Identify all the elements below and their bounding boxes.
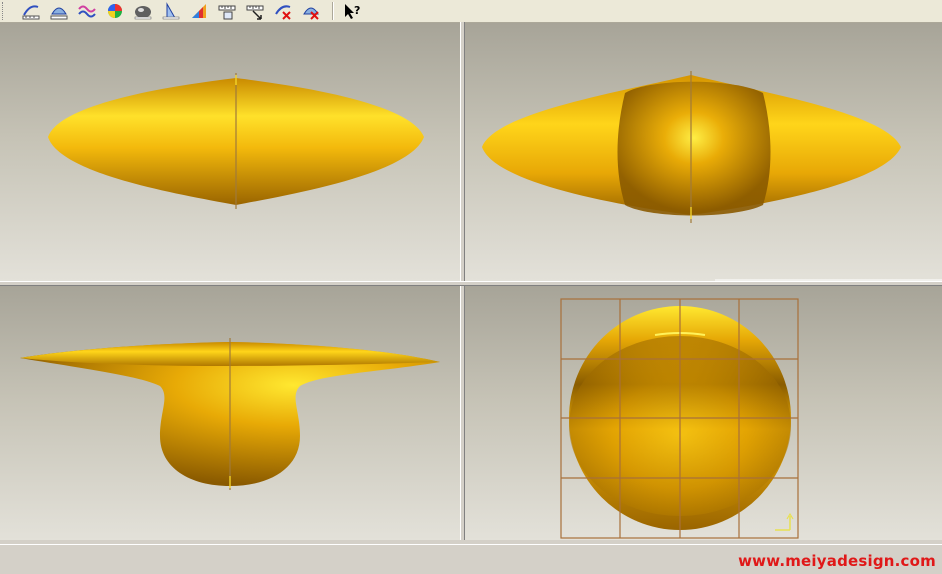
color-palette-icon[interactable] [187,0,211,21]
viewport-splitter-horizontal[interactable] [0,281,942,286]
toolbar: ? [0,0,942,23]
shade-sphere-icon[interactable] [131,0,155,21]
ruler-arrow-icon[interactable] [243,0,267,21]
surface-measure-icon[interactable] [47,0,71,21]
viewport-top[interactable] [0,23,460,281]
curve-measure-icon[interactable] [19,0,43,21]
ruler-grid-icon[interactable] [215,0,239,21]
wave-curve-icon[interactable] [75,0,99,21]
side-view-model [20,338,440,490]
color-map-icon[interactable] [103,0,127,21]
toolbar-separator [332,2,334,20]
status-bar: www.meiyadesign.com [0,540,942,574]
perspective-view-model [560,298,799,539]
delete-curve-icon[interactable] [271,0,295,21]
front-view-model [482,71,942,281]
svg-text:?: ? [354,4,360,17]
top-view-model [48,73,424,209]
viewport-front[interactable] [465,23,942,281]
viewport-side[interactable] [0,286,460,540]
reference-grid [560,298,799,539]
delete-surface-icon[interactable] [299,0,323,21]
axis-triad-icon [775,512,794,531]
viewport-perspective[interactable] [465,286,942,540]
section-view-icon[interactable] [159,0,183,21]
context-help-icon[interactable]: ? [340,0,364,21]
toolbar-grip[interactable] [2,2,6,20]
watermark-text: www.meiyadesign.com [738,552,936,570]
